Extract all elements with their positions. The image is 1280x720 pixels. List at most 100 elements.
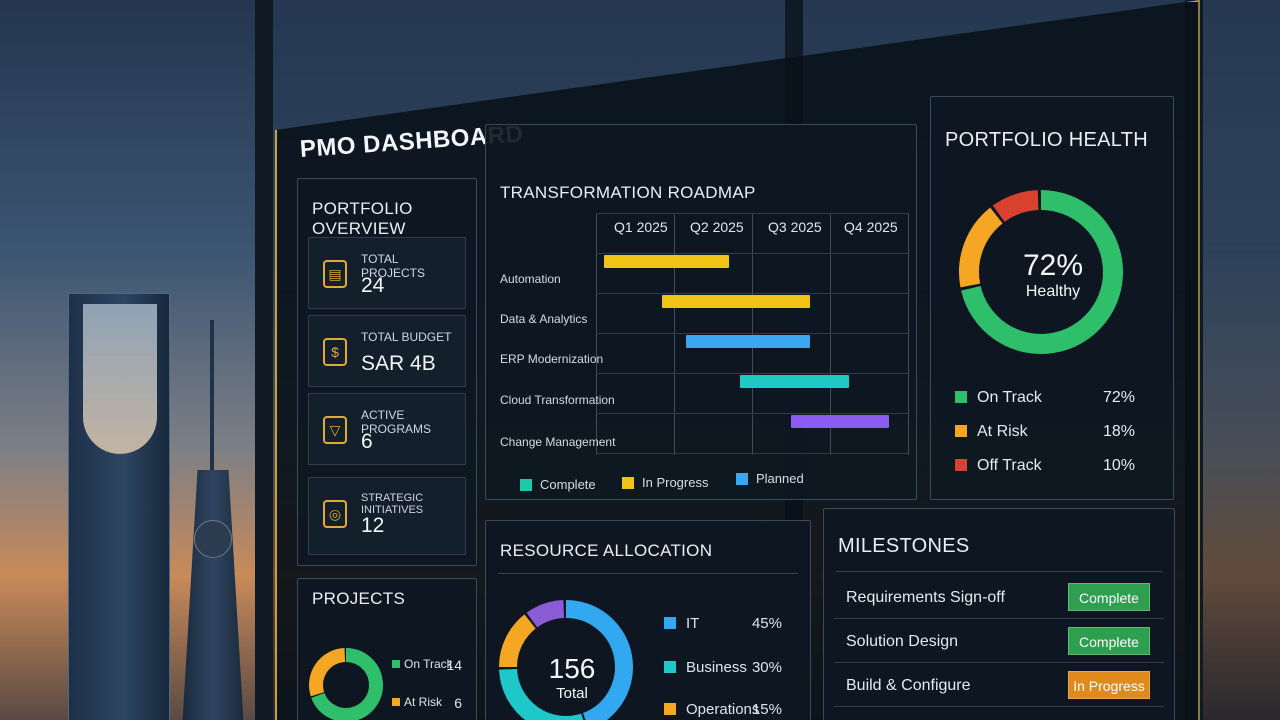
gantt-bar[interactable] [685,335,811,348]
legend-swatch [622,476,634,489]
resource-row-label: Operations [686,701,760,718]
money-bag-icon: $ [323,338,347,366]
resource-center-label: Total [556,685,588,702]
gantt-bar[interactable] [791,415,889,428]
overview-value: 12 [361,514,385,537]
projects-row-value: 6 [454,695,462,711]
grid-line [596,213,597,455]
funnel-icon: ▽ [323,416,347,444]
overview-value: 6 [361,430,373,453]
overview-item[interactable]: ◎ STRATEGIC INITIATIVES 12 [308,477,466,555]
roadmap-row-label: Cloud Transformation [500,393,615,407]
donut-slice [499,614,536,668]
legend-swatch [736,472,748,485]
projects-donut [309,648,383,720]
legend-swatch [955,425,967,437]
legend-item: In Progress [622,475,708,490]
resource-row-value: 30% [751,659,782,676]
resource-row-value: 45% [751,615,782,632]
health-row-value: 10% [1102,457,1135,474]
legend-swatch [664,703,676,715]
overview-value: SAR 4B [361,352,436,375]
grid-line [752,213,753,455]
gantt-bar[interactable] [662,295,811,308]
overview-item[interactable]: ▽ ACTIVE PROGRAMS 6 [308,393,466,465]
resource-center: 156 Total [532,653,612,702]
clipboard-icon: ▤ [323,260,347,288]
grid-line [674,213,675,455]
resource-row-label: Business [686,659,747,676]
milestone-row[interactable]: Requirements Sign-off Complete [834,579,1164,619]
resource-center-value: 156 [548,653,596,684]
donut-slice [992,190,1039,223]
milestones-card: MILESTONES Requirements Sign-off Complet… [823,508,1175,720]
milestone-name: Build & Configure [846,677,971,694]
health-row-label: On Track [977,389,1042,406]
portfolio-health-card: PORTFOLIO HEALTH 72% Healthy On Track 72%… [930,96,1174,500]
health-row-value: 18% [1102,423,1135,440]
resource-allocation-card: RESOURCE ALLOCATION 156 Total IT 45% Busi… [485,520,811,720]
grid-line [908,213,909,455]
grid-line [596,293,908,294]
status-badge: Complete [1068,583,1150,611]
legend-swatch [520,478,532,491]
health-row-label: Off Track [977,457,1042,474]
grid-line [596,453,908,454]
milestone-row[interactable]: Solution Design Complete [834,623,1164,663]
donut-slice [526,600,565,628]
projects-row: At Risk 6 [392,695,470,711]
legend-label: Planned [756,471,804,486]
health-row-label: At Risk [977,423,1028,440]
grid-line [596,333,908,334]
health-row: Off Track 10% [955,457,1155,475]
projects-row-label: At Risk [404,695,443,709]
gantt-bar[interactable] [603,255,729,268]
grid-line [596,213,908,214]
tower-globe [194,520,232,558]
donut-slice [309,648,346,697]
overview-item[interactable]: $ TOTAL BUDGET SAR 4B [308,315,466,387]
health-row: At Risk 18% [955,423,1155,441]
status-badge: In Progress [1068,671,1150,699]
health-center-label: Healthy [1025,283,1081,300]
overview-label: ACTIVE PROGRAMS [361,408,432,436]
grid-line [596,413,908,414]
card-heading: RESOURCE ALLOCATION [500,541,713,560]
resource-row-label: IT [686,615,700,632]
window-mullion [255,0,273,720]
legend-swatch [955,391,967,403]
legend-swatch [664,661,676,673]
kingdom-tower [68,293,170,720]
milestone-name: Requirements Sign-off [846,589,1005,606]
legend-swatch [392,660,400,668]
donut-slice [959,207,1003,288]
resource-row: Operations 15% [664,701,798,718]
milestone-name: Solution Design [846,633,959,650]
tower-arch [83,304,157,454]
tower-spire [210,320,214,480]
target-icon: ◎ [323,500,347,528]
overview-label: TOTAL BUDGET [361,330,452,344]
projects-row-value: 14 [446,657,462,673]
overview-label: STRATEGIC INITIATIVES [361,492,424,516]
gantt-bar[interactable] [740,375,850,388]
divider [836,571,1162,572]
overview-item[interactable]: ▤ TOTAL PROJECTS 24 [308,237,466,309]
resource-row: Business 30% [664,659,798,676]
legend-item: Planned [736,471,804,486]
legend-item: Complete [520,477,596,492]
overview-value: 24 [361,274,385,297]
legend-label: Complete [540,477,596,492]
legend-swatch [664,617,676,629]
resource-row-value: 15% [751,701,782,718]
card-heading: PORTFOLIO HEALTH [945,129,1148,151]
card-heading: MILESTONES [838,535,970,557]
card-heading: TRANSFORMATION ROADMAP [500,183,756,202]
divider [498,573,798,574]
projects-row: On Track 14 [392,657,470,673]
health-center: 72% Healthy [1003,249,1103,301]
milestone-row[interactable]: Build & Configure In Progress [834,667,1164,707]
tower-body [182,470,244,720]
roadmap-row-label: Automation [500,272,561,286]
roadmap-row-label: Data & Analytics [500,312,588,326]
